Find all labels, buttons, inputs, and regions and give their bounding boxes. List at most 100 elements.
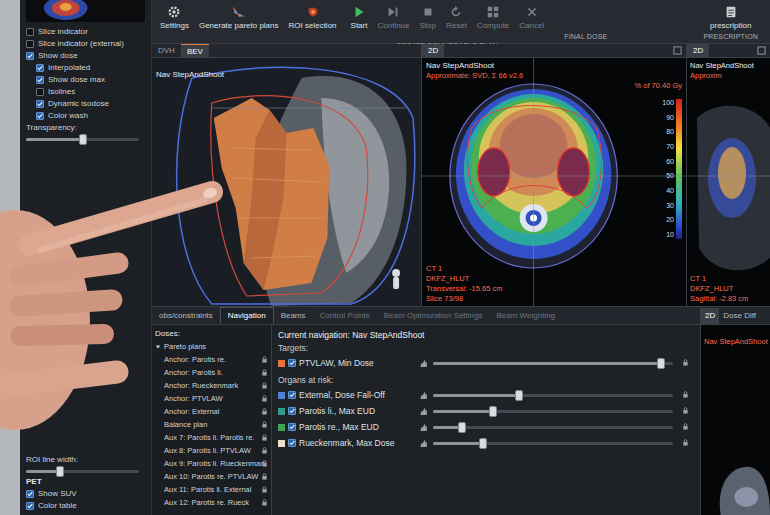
checkbox[interactable] [26, 502, 34, 510]
thumbnail-view[interactable] [26, 0, 145, 22]
checkbox[interactable] [288, 359, 296, 367]
view-tab[interactable]: DVH [152, 44, 181, 57]
toolbar-button[interactable]: Stop [415, 5, 439, 31]
objective-slider-thumb[interactable] [515, 390, 523, 401]
roi-line-width-slider-thumb[interactable] [56, 466, 64, 477]
toolbar-button[interactable]: Start [347, 5, 372, 31]
objective-slider-thumb[interactable] [657, 358, 665, 369]
toolbar-button[interactable]: Compute [473, 5, 513, 31]
checkbox[interactable] [36, 64, 44, 72]
bottom-area: obs/constraintsNavigationBeamsControl Po… [152, 306, 770, 515]
prescription-button[interactable]: prescription [710, 5, 751, 31]
dose-item[interactable]: Anchor: Parotis re. [155, 353, 268, 366]
scale-ticks: 100908070605040302010 [662, 99, 674, 239]
option-row[interactable]: Dynamic isodose [26, 98, 145, 110]
objective-label: Rueckenmark, Max Dose [299, 438, 394, 449]
toolbar-button[interactable]: ROI selection [285, 5, 341, 31]
dose-item[interactable]: Aux 9: Parotis li. Rueckenmark [155, 457, 268, 470]
checkbox[interactable] [36, 88, 44, 96]
objective-slider-fill [433, 362, 661, 365]
option-row[interactable]: Isolines [26, 86, 145, 98]
checkbox[interactable] [26, 490, 34, 498]
dose-label: Anchor: Parotis li. [164, 368, 259, 378]
toolbar-button[interactable]: Settings [156, 5, 193, 31]
final-dose-label: FINAL DOSE [564, 32, 607, 41]
color-bar-icon [676, 99, 682, 239]
roi-line-width-slider-track[interactable] [26, 470, 139, 473]
lock-icon [682, 423, 690, 431]
toolbar-button[interactable]: Reset [442, 5, 471, 31]
toolbar-button[interactable]: Cancel [515, 5, 548, 31]
objective-slider-track[interactable] [433, 426, 673, 429]
lock-icon [261, 434, 268, 441]
scale-tick: 90 [666, 114, 674, 122]
checkbox[interactable] [288, 423, 296, 431]
transversal-canvas[interactable]: Nav StepAndShootApproximate: SVD, Σ 66 v… [422, 58, 686, 306]
panel-tab[interactable]: Navigation [220, 307, 274, 324]
option-row[interactable]: Slice indicator (external) [26, 38, 145, 50]
panel-tab-wrap: Navigation [220, 307, 274, 324]
panel-tab[interactable]: Control Points [313, 308, 377, 324]
toolbar-button[interactable]: Continue [373, 5, 413, 31]
option-row[interactable]: Slice indicator [26, 26, 145, 38]
checkbox[interactable] [36, 100, 44, 108]
dose-item[interactable]: Anchor: PTVLAW [155, 392, 268, 405]
objective-label: PTVLAW, Min Dose [299, 358, 374, 369]
checkbox[interactable] [288, 391, 296, 399]
dose-item[interactable]: Aux 7: Parotis li. Parotis re. [155, 431, 268, 444]
panel-tab[interactable]: Beam Weighting [490, 308, 563, 324]
dose-item[interactable]: Anchor: External [155, 405, 268, 418]
dose-item[interactable]: Aux 12: Parotis re. Rueck [155, 496, 268, 509]
slice-info: CT 1DKFZ_HLUTSagittal: -2.83 cm [690, 274, 767, 304]
checkbox[interactable] [36, 112, 44, 120]
objective-slider-thumb[interactable] [489, 406, 497, 417]
lock-icon [682, 391, 690, 399]
dose-item[interactable]: Anchor: Parotis li. [155, 366, 268, 379]
option-row[interactable]: Show dose [26, 50, 145, 62]
objective-slider-track[interactable] [433, 394, 673, 397]
objective-slider-thumb[interactable] [458, 422, 466, 433]
checkbox[interactable] [26, 40, 34, 48]
sagittal-canvas[interactable]: Nav StepAndShootApproxim CT 1DKFZ_HLUTSa… [687, 58, 770, 306]
checkbox[interactable] [36, 76, 44, 84]
dose-item[interactable]: Aux 11: Parotis li. External [155, 483, 268, 496]
option-row[interactable]: Interpolated [26, 62, 145, 74]
render-3d[interactable]: Nav StepAndShoot [152, 58, 421, 306]
window-icon [757, 44, 770, 57]
toolbar-button[interactable]: Generate pareto plans [195, 5, 283, 31]
option-row[interactable]: Show SUV [26, 488, 145, 500]
dose-item[interactable]: Anchor: Rueckenmark [155, 379, 268, 392]
checkbox[interactable] [288, 407, 296, 415]
dose-item[interactable]: Aux 8: Parotis li. PTVLAW [155, 444, 268, 457]
transparency-slider-thumb[interactable] [79, 134, 87, 145]
view-tab[interactable]: 2D [701, 308, 719, 324]
mode-tab[interactable]: 2D [687, 44, 709, 57]
objective-slider-thumb[interactable] [479, 438, 487, 449]
display-options: Slice indicatorSlice indicator (external… [20, 22, 151, 122]
objective-slider-track[interactable] [433, 362, 673, 365]
dose-item[interactable]: Balance plan [155, 418, 268, 431]
transparency-slider-track[interactable] [26, 138, 139, 141]
mode-tab[interactable]: 2D [422, 44, 444, 57]
slice-info: CT 1DKFZ_HLUTTransversal: -15.65 cmSlice… [426, 264, 682, 304]
checkbox[interactable] [288, 439, 296, 447]
dose-item[interactable]: Aux 10: Parotis re. PTVLAW [155, 470, 268, 483]
lock-icon [261, 382, 268, 389]
option-row[interactable]: Show dose max [26, 74, 145, 86]
tree-group[interactable]: Pareto plans [155, 340, 268, 353]
objective-slider-track[interactable] [433, 410, 673, 413]
checkbox[interactable] [26, 52, 34, 60]
panel-tab[interactable]: Beams [274, 308, 313, 324]
continue-icon [386, 5, 400, 19]
view-tab[interactable]: Dose Diff [719, 308, 760, 324]
panel-tab[interactable]: obs/constraints [152, 308, 220, 324]
option-row[interactable]: Color table [26, 500, 145, 512]
view-tab[interactable]: BEV [181, 44, 209, 57]
panel-tab[interactable]: Beam Optimization Settings [377, 308, 490, 324]
dose-diff-image-icon [701, 325, 770, 515]
objective-label-group: PTVLAW, Min Dose [278, 358, 414, 369]
dose-diff-canvas[interactable]: Nav StepAndShoot [701, 325, 770, 515]
checkbox[interactable] [26, 28, 34, 36]
objective-slider-track[interactable] [433, 442, 673, 445]
option-row[interactable]: Color wash [26, 110, 145, 122]
